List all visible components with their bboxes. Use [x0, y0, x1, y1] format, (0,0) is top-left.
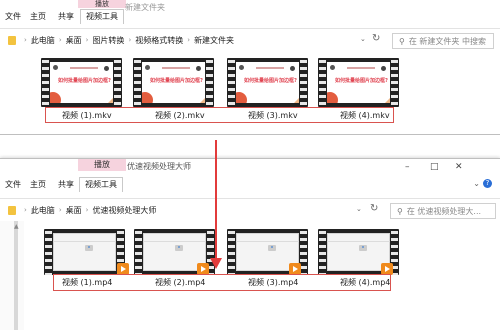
- tab-share[interactable]: 共享: [58, 178, 74, 192]
- minimize-button[interactable]: –: [405, 161, 410, 173]
- chevron-right-icon: ›: [187, 36, 191, 44]
- refresh-icon[interactable]: ↻: [372, 33, 380, 44]
- video-thumbnail: 如何批量给图片加边框?: [41, 58, 122, 107]
- crumb-master-folder[interactable]: 优速视频处理大师: [92, 205, 156, 216]
- tab-home[interactable]: 主页: [30, 10, 46, 24]
- crumb-this-pc[interactable]: 此电脑: [31, 205, 55, 216]
- tab-file[interactable]: 文件: [5, 178, 21, 192]
- search-icon: ⚲: [397, 206, 403, 216]
- chevron-right-icon: ›: [58, 206, 62, 214]
- video-thumbnail: [44, 229, 125, 275]
- file-name[interactable]: 视频 (3).mp4: [248, 277, 298, 288]
- arrow-head: [210, 258, 222, 269]
- file-name[interactable]: 视频 (2).mkv: [155, 110, 205, 121]
- bottom-explorer-window: 播放 优速视频处理大师 – □ ✕ 文件 主页 共享 视频工具 ⌄ ? › 此电…: [0, 158, 500, 330]
- search-input[interactable]: ⚲ 在 新建文件夹 中搜索: [392, 33, 494, 49]
- title-bar: 播放 优速视频处理大师 – □ ✕: [0, 159, 500, 175]
- file-name[interactable]: 视频 (1).mkv: [62, 110, 112, 121]
- file-name[interactable]: 视频 (4).mp4: [340, 277, 390, 288]
- breadcrumb[interactable]: › 此电脑 › 桌面 › 图片转换 › 视频格式转换 › 新建文件夹: [0, 33, 384, 47]
- ribbon-tabs: 文件 主页 共享 视频工具: [0, 9, 500, 24]
- video-thumbnail: 如何批量给图片加边框?: [133, 58, 214, 107]
- close-button[interactable]: ✕: [455, 161, 463, 173]
- help-icon[interactable]: ?: [483, 179, 492, 188]
- folder-icon: [8, 205, 16, 215]
- thumbnail-headline: 如何批量给图片加边框?: [150, 78, 203, 84]
- context-tab-play[interactable]: 播放: [78, 0, 126, 8]
- thumbnail-headline: 如何批量给图片加边框?: [244, 78, 297, 84]
- file-name[interactable]: 视频 (4).mkv: [340, 110, 390, 121]
- address-row: › 此电脑 › 桌面 › 优速视频处理大师 ⌄ ↻ ⚲ 在 优速视频处理大...: [0, 198, 500, 221]
- arrow-down-icon: [215, 140, 217, 262]
- scroll-up-icon[interactable]: ▲: [14, 223, 19, 230]
- file-name[interactable]: 视频 (1).mp4: [62, 277, 112, 288]
- search-placeholder: 在 优速视频处理大...: [406, 206, 482, 216]
- window-title: 优速视频处理大师: [127, 162, 191, 171]
- crumb-this-pc[interactable]: 此电脑: [31, 35, 55, 46]
- chevron-right-icon: ›: [85, 206, 89, 214]
- chevron-down-icon[interactable]: ⌄: [356, 205, 362, 213]
- folder-icon: [8, 35, 16, 45]
- ribbon-tabs: 文件 主页 共享 视频工具 ⌄ ?: [0, 177, 500, 192]
- crumb-desktop[interactable]: 桌面: [66, 205, 82, 216]
- video-thumbnail: 如何批量给图片加边框?: [227, 58, 308, 107]
- crumb-image-convert[interactable]: 图片转换: [92, 35, 124, 46]
- chevron-right-icon: ›: [24, 206, 27, 214]
- breadcrumb[interactable]: › 此电脑 › 桌面 › 优速视频处理大师: [0, 203, 358, 217]
- scrollbar[interactable]: [14, 221, 18, 330]
- chevron-right-icon: ›: [24, 36, 27, 44]
- tab-video-tools[interactable]: 视频工具: [80, 9, 124, 24]
- file-name[interactable]: 视频 (3).mkv: [248, 110, 298, 121]
- tab-share[interactable]: 共享: [58, 10, 74, 24]
- chevron-down-icon[interactable]: ⌄: [360, 35, 366, 43]
- thumbnail-headline: 如何批量给图片加边框?: [58, 78, 111, 84]
- navigation-pane: ▲: [0, 221, 24, 330]
- tab-file[interactable]: 文件: [5, 10, 21, 24]
- search-placeholder: 在 新建文件夹 中搜索: [408, 36, 486, 46]
- chevron-right-icon: ›: [58, 36, 62, 44]
- context-tab-play[interactable]: 播放: [78, 159, 126, 171]
- crumb-desktop[interactable]: 桌面: [66, 35, 82, 46]
- crumb-new-folder[interactable]: 新建文件夹: [194, 35, 234, 46]
- chevron-right-icon: ›: [128, 36, 132, 44]
- chevron-right-icon: ›: [85, 36, 89, 44]
- maximize-button[interactable]: □: [430, 161, 439, 173]
- video-thumbnail: 如何批量给图片加边框?: [318, 58, 399, 107]
- file-name[interactable]: 视频 (2).mp4: [155, 277, 205, 288]
- top-explorer-window: 播放 新建文件夹 文件 主页 共享 视频工具 › 此电脑 › 桌面 › 图片转换…: [0, 0, 500, 135]
- search-input[interactable]: ⚲ 在 优速视频处理大...: [390, 203, 496, 219]
- chevron-down-icon[interactable]: ⌄: [473, 179, 480, 188]
- thumbnail-headline: 如何批量给图片加边框?: [335, 78, 388, 84]
- tab-home[interactable]: 主页: [30, 178, 46, 192]
- tab-video-tools[interactable]: 视频工具: [79, 177, 123, 192]
- address-row: › 此电脑 › 桌面 › 图片转换 › 视频格式转换 › 新建文件夹 ⌄ ↻ ⚲…: [0, 28, 500, 51]
- search-icon: ⚲: [399, 36, 405, 46]
- crumb-video-format[interactable]: 视频格式转换: [135, 35, 183, 46]
- refresh-icon[interactable]: ↻: [370, 203, 378, 214]
